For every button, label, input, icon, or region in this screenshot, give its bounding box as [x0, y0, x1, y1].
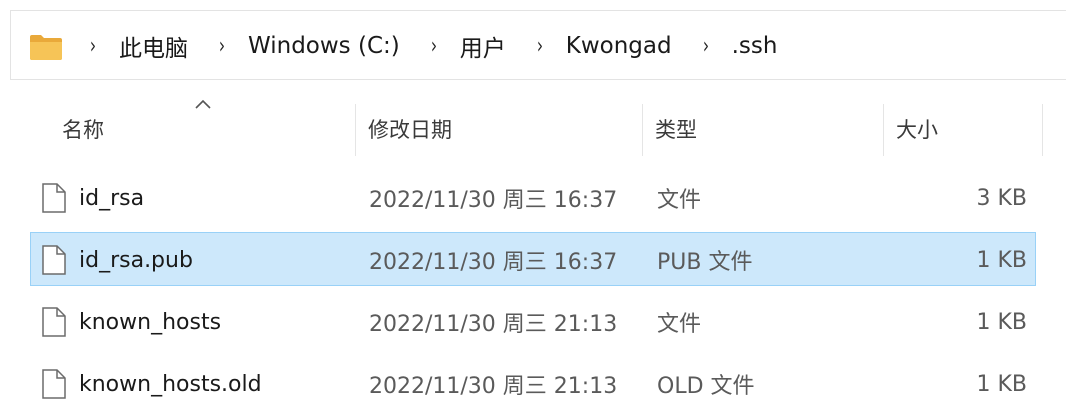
column-header-size-label: 大小 — [896, 118, 938, 142]
column-divider[interactable] — [355, 104, 356, 156]
breadcrumb: › 此电脑 › Windows (C:) › 用户 › Kwongad › .s… — [79, 11, 797, 81]
column-header: 名称 修改日期 类型 大小 — [30, 99, 1045, 158]
column-header-type[interactable]: 类型 — [655, 100, 875, 158]
file-name: known_hosts.old — [79, 371, 262, 397]
file-modified-date: 2022/11/30 周三 21:13 — [369, 374, 618, 399]
column-header-name[interactable]: 名称 — [62, 100, 352, 158]
file-type: 文件 — [657, 312, 702, 337]
file-name: id_rsa — [79, 185, 145, 211]
file-modified-date: 2022/11/30 周三 16:37 — [369, 250, 618, 275]
file-name: known_hosts — [79, 309, 222, 335]
file-size: 1 KB — [976, 309, 1027, 335]
breadcrumb-item-ssh[interactable]: .ssh — [720, 33, 798, 59]
file-row[interactable]: known_hosts 2022/11/30 周三 21:13 文件 1 KB — [30, 294, 1036, 348]
column-divider[interactable] — [1042, 104, 1043, 156]
file-name: id_rsa.pub — [79, 247, 193, 273]
file-icon — [42, 307, 66, 337]
file-icon — [42, 183, 66, 213]
file-icon — [42, 369, 66, 399]
file-explorer: › 此电脑 › Windows (C:) › 用户 › Kwongad › .s… — [0, 0, 1066, 416]
column-header-date[interactable]: 修改日期 — [368, 100, 638, 158]
chevron-right-icon[interactable]: › — [696, 34, 716, 59]
breadcrumb-item-windows-c[interactable]: Windows (C:) — [236, 33, 420, 59]
file-icon — [42, 245, 66, 275]
address-bar[interactable]: › 此电脑 › Windows (C:) › 用户 › Kwongad › .s… — [10, 10, 1066, 80]
chevron-right-icon[interactable]: › — [424, 34, 444, 59]
folder-icon — [30, 35, 62, 60]
file-type: PUB 文件 — [657, 250, 753, 275]
file-size: 1 KB — [976, 371, 1027, 397]
chevron-right-icon[interactable]: › — [83, 34, 103, 59]
column-divider[interactable] — [642, 104, 643, 156]
file-type: 文件 — [657, 188, 702, 213]
breadcrumb-item-users[interactable]: 用户 — [448, 29, 526, 63]
file-modified-date: 2022/11/30 周三 21:13 — [369, 312, 618, 337]
file-row-selected[interactable]: id_rsa.pub 2022/11/30 周三 16:37 PUB 文件 1 … — [30, 232, 1036, 286]
chevron-right-icon[interactable]: › — [530, 34, 550, 59]
column-header-size[interactable]: 大小 — [896, 100, 1036, 158]
file-row[interactable]: known_hosts.old 2022/11/30 周三 21:13 OLD … — [30, 356, 1036, 410]
file-size: 1 KB — [976, 247, 1027, 273]
breadcrumb-item-this-pc[interactable]: 此电脑 — [107, 29, 208, 63]
file-size: 3 KB — [976, 185, 1027, 211]
file-row[interactable]: id_rsa 2022/11/30 周三 16:37 文件 3 KB — [30, 170, 1036, 224]
column-header-name-label: 名称 — [62, 118, 104, 142]
column-header-date-label: 修改日期 — [368, 118, 452, 142]
column-header-type-label: 类型 — [655, 118, 697, 142]
file-modified-date: 2022/11/30 周三 16:37 — [369, 188, 618, 213]
breadcrumb-item-kwongad[interactable]: Kwongad — [554, 33, 692, 59]
chevron-right-icon[interactable]: › — [212, 34, 232, 59]
column-divider[interactable] — [883, 104, 884, 156]
file-type: OLD 文件 — [657, 374, 755, 399]
